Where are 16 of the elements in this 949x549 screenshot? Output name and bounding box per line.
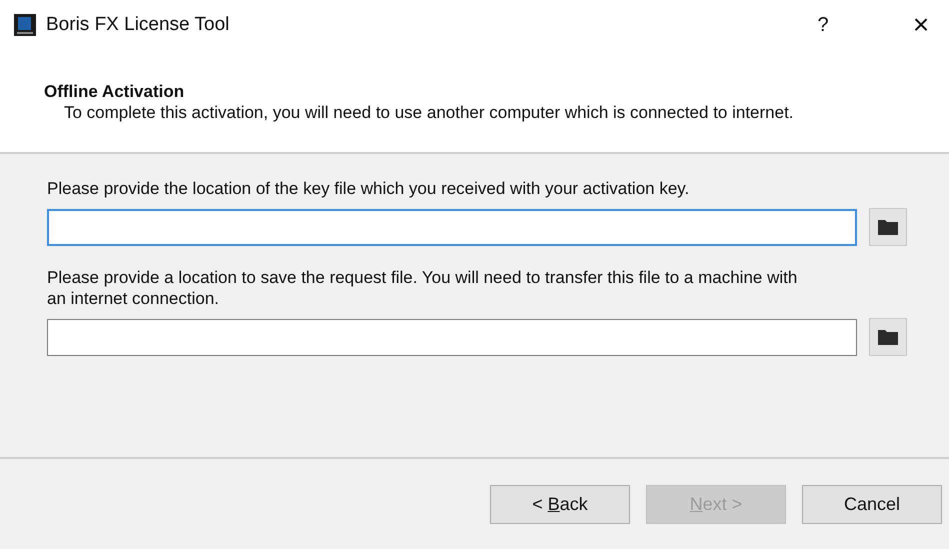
wizard-button[interactable]: Cancel [802,485,942,524]
page-description: To complete this activation, you will need to use another computer which is connected to internet. [63,102,795,123]
browse-button[interactable] [869,318,907,356]
wizard-button[interactable]: < Back [490,485,630,524]
field-label: Please provide a location to save the request file. You will need to transfer this file to a machine with an internet connection. [47,267,798,309]
app-logo-icon [14,14,36,36]
folder-icon [877,218,899,236]
path-field[interactable] [47,208,857,246]
browse-button[interactable] [869,208,907,246]
page-title: Offline Activation [44,82,186,102]
close-button[interactable]: × [901,9,941,41]
window-title: Boris FX License Tool [46,14,230,36]
path-field[interactable] [47,318,857,356]
folder-icon [877,328,899,346]
help-button[interactable]: ? [803,14,843,36]
field-label: Please provide the location of the key file which you received with your activation key. [47,178,690,199]
